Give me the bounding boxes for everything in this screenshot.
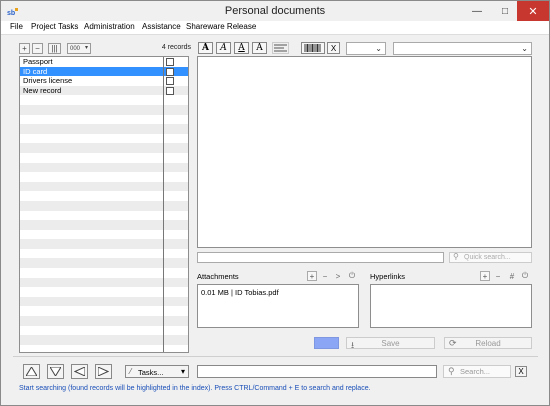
hash-icon[interactable]: # (507, 271, 517, 281)
triangle-up-icon (26, 367, 37, 376)
menu-file[interactable]: File (10, 22, 23, 31)
font-size-dropdown[interactable]: ⌄ (346, 42, 386, 55)
power-icon[interactable]: ⏻ (347, 271, 357, 281)
triangle-right-icon (98, 367, 109, 376)
chevron-down-icon: ▾ (84, 45, 88, 51)
divider (13, 356, 538, 357)
previous-record-button[interactable] (71, 364, 88, 379)
status-text: Start searching (found records will be h… (19, 385, 371, 392)
search-field[interactable]: ⚲ Search... (443, 365, 511, 378)
hyperlinks-list (370, 284, 532, 328)
triangle-left-icon (74, 367, 85, 376)
remove-hyperlink-button[interactable]: − (493, 271, 503, 281)
add-attachment-button[interactable]: + (307, 271, 317, 281)
menu-administration[interactable]: Administration (84, 22, 135, 31)
pencil-icon: ⁄ (130, 367, 132, 376)
bold-style-button[interactable]: A (198, 42, 213, 54)
record-checkbox[interactable] (166, 58, 174, 66)
italic-style-button[interactable]: A (216, 42, 231, 54)
attachment-item[interactable]: 0.01 MB | ID Tobias.pdf (201, 288, 279, 297)
title-bar: sb Personal documents — □ ✕ (1, 1, 549, 22)
power-icon[interactable]: ⏻ (520, 271, 530, 281)
chevron-down-icon: ⌄ (521, 44, 528, 53)
search-placeholder: Search... (460, 367, 491, 376)
clear-search-button[interactable]: X (515, 366, 527, 377)
chevron-down-icon: ⌄ (375, 44, 382, 53)
barcode-icon[interactable] (301, 42, 325, 54)
save-button[interactable]: ⭳ Save (346, 337, 435, 350)
quick-search-input[interactable] (197, 252, 444, 263)
attachments-label: Attachments (197, 272, 239, 281)
record-label: New record (23, 85, 62, 95)
close-button[interactable]: ✕ (517, 1, 549, 21)
columns-button[interactable]: ||| (48, 43, 61, 54)
record-label: Passport (23, 57, 53, 66)
quick-search-placeholder: Quick search... (464, 254, 511, 261)
font-family-dropdown[interactable]: ⌄ (393, 42, 532, 55)
search-icon: ⚲ (448, 366, 455, 376)
save-label: Save (381, 339, 400, 348)
quick-search-field[interactable]: ⚲ Quick search... (449, 252, 532, 263)
reload-label: Reload (475, 339, 501, 348)
maximize-button[interactable]: □ (491, 1, 519, 21)
document-editor[interactable] (197, 56, 532, 248)
record-checkbox[interactable] (166, 77, 174, 86)
underline-style-button[interactable]: A (234, 42, 249, 54)
search-icon: ⚲ (453, 252, 459, 261)
tasks-dropdown[interactable]: ⁄ Tasks... ▾ (125, 365, 189, 378)
triangle-down-icon (50, 367, 61, 376)
next-record-button[interactable] (95, 364, 112, 379)
record-label: ID card (23, 66, 48, 76)
hyperlinks-label: Hyperlinks (370, 272, 406, 281)
app-window: sb Personal documents — □ ✕ File Project… (0, 0, 550, 406)
last-record-button[interactable] (47, 364, 64, 379)
menu-bar: File Project Tasks Administration Assist… (1, 21, 549, 35)
record-color-swatch[interactable] (314, 337, 339, 349)
align-lines-icon[interactable] (272, 42, 289, 54)
record-checkbox[interactable] (166, 67, 174, 76)
remove-attachment-button[interactable]: − (320, 271, 330, 281)
search-input[interactable] (197, 365, 437, 378)
options-label: 000 (70, 45, 81, 52)
menu-assistance[interactable]: Assistance (142, 22, 181, 31)
open-attachment-button[interactable]: > (333, 271, 343, 281)
chevron-down-icon: ▾ (180, 367, 185, 376)
column-divider[interactable] (163, 57, 164, 352)
add-record-button[interactable]: + (19, 43, 30, 54)
minimize-button[interactable]: — (463, 1, 491, 21)
records-list: Passport ID card Drivers license New record (19, 56, 189, 353)
remove-record-button[interactable]: − (32, 43, 43, 54)
menu-shareware-release[interactable]: Shareware Release (186, 22, 256, 31)
tasks-label: Tasks... (138, 368, 164, 377)
records-count: 4 records (161, 44, 191, 51)
clear-format-button[interactable]: X (327, 42, 340, 54)
plain-style-button[interactable]: A (252, 42, 267, 54)
record-checkbox[interactable] (166, 86, 174, 95)
record-label: Drivers license (23, 76, 73, 86)
menu-project-tasks[interactable]: Project Tasks (31, 22, 78, 31)
reload-button[interactable]: ⟳ Reload (444, 337, 532, 349)
options-dropdown[interactable]: 000 ▾ (67, 43, 91, 54)
attachments-list: 0.01 MB | ID Tobias.pdf (197, 284, 359, 328)
add-hyperlink-button[interactable]: + (480, 271, 490, 281)
first-record-button[interactable] (23, 364, 40, 379)
